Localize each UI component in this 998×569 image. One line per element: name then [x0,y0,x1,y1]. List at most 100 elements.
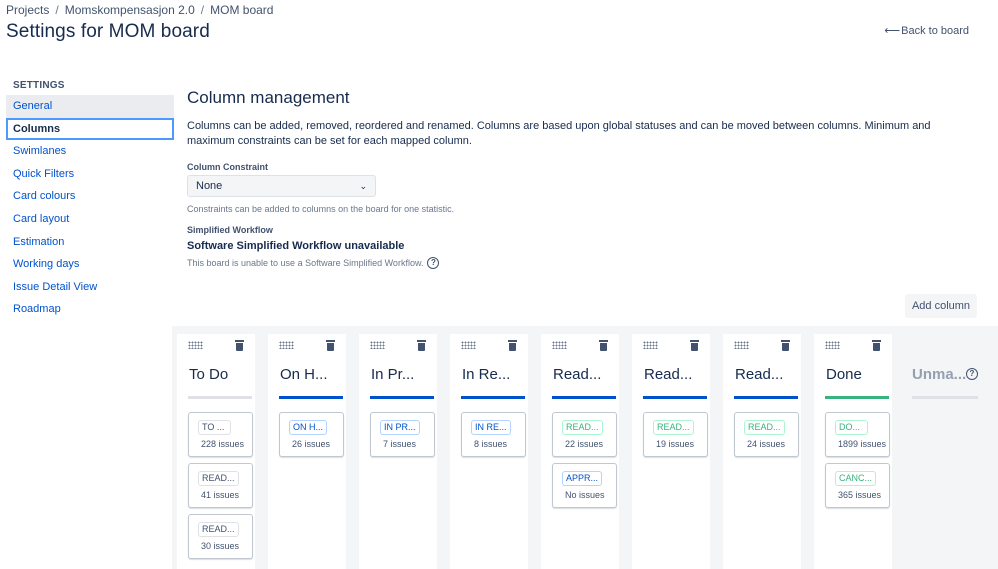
drag-handle-icon[interactable] [279,341,294,349]
breadcrumb-separator: / [200,3,205,17]
column-name[interactable]: In Re... [462,366,526,383]
status-card[interactable]: IN PR... 7 issues [370,412,435,457]
status-issue-count: 41 issues [201,490,240,500]
section-description: Columns can be added, removed, reordered… [187,120,931,147]
status-lozenge: DO... [835,420,868,435]
breadcrumb-board[interactable]: MOM board [210,3,273,17]
status-issue-count: 19 issues [656,439,695,449]
sidebar-item-card-colours[interactable]: Card colours [6,185,174,208]
status-card[interactable]: IN RE... 8 issues [461,412,526,457]
drag-handle-icon[interactable] [825,341,840,349]
sidebar-item-quick-filters[interactable]: Quick Filters [6,163,174,186]
status-card[interactable]: READ... 41 issues [188,463,253,508]
column-constraint-select[interactable]: None ⌄ [187,175,376,197]
sidebar-item-general[interactable]: General [6,95,174,118]
drag-handle-icon[interactable] [552,341,567,349]
workflow-note: This board is unable to use a Software S… [187,257,977,269]
column-constraint-label: Column Constraint [187,162,268,172]
drag-handle-icon[interactable] [188,341,203,349]
section-title: Column management [187,88,350,107]
status-issue-count: 22 issues [565,439,604,449]
status-card[interactable]: READ... 24 issues [734,412,799,457]
sidebar-item-roadmap[interactable]: Roadmap [6,298,174,321]
trash-icon[interactable] [599,340,608,351]
column-name[interactable]: To Do [189,366,253,383]
column-name[interactable]: In Pr... [371,366,435,383]
status-issue-count: 30 issues [201,541,240,551]
unmapped-column: Unma... ? [904,334,986,569]
sidebar-item-swimlanes[interactable]: Swimlanes [6,140,174,163]
back-arrow-icon: ⟵ [884,25,901,37]
sidebar-item-columns[interactable]: Columns [6,117,174,141]
column-category-bar [643,396,707,399]
status-issue-count: 365 issues [838,490,882,500]
status-lozenge: READ... [744,420,785,435]
board-column[interactable]: To Do TO ... 228 issues READ... 41 issues REA… [177,334,255,569]
column-name[interactable]: On H... [280,366,344,383]
board-column[interactable]: Read... READ... 24 issues [723,334,801,569]
board-column[interactable]: On H... ON H... 26 issues [268,334,346,569]
drag-handle-icon[interactable] [734,341,749,349]
drag-handle-icon[interactable] [461,341,476,349]
add-column-button[interactable]: Add column [905,294,977,318]
trash-icon[interactable] [508,340,517,351]
drag-handle-icon[interactable] [370,341,385,349]
board-column[interactable]: In Re... IN RE... 8 issues [450,334,528,569]
status-lozenge: READ... [562,420,603,435]
sidebar-item-working-days[interactable]: Working days [6,253,174,276]
column-name[interactable]: Done [826,366,890,383]
status-card[interactable]: DO... 1899 issues [825,412,890,457]
board-column[interactable]: Done DO... 1899 issues CANC... 365 issues [814,334,892,569]
sidebar-item-estimation[interactable]: Estimation [6,231,174,254]
status-card[interactable]: READ... 30 issues [188,514,253,559]
status-lozenge: APPR... [562,471,603,486]
breadcrumb-project[interactable]: Momskompensasjon 2.0 [65,3,195,17]
back-link-label: Back to board [901,25,969,37]
trash-icon[interactable] [326,340,335,351]
breadcrumb-separator: / [55,3,59,17]
status-card[interactable]: TO ... 228 issues [188,412,253,457]
workflow-note-text: This board is unable to use a Software S… [187,258,424,268]
board-column[interactable]: Read... READ... 19 issues [632,334,710,569]
status-lozenge: TO ... [198,420,231,435]
column-category-bar [188,396,252,399]
trash-icon[interactable] [235,340,244,351]
status-issue-count: 26 issues [292,439,331,449]
status-card[interactable]: READ... 19 issues [643,412,708,457]
status-lozenge: IN PR... [380,420,420,435]
status-issue-count: 228 issues [201,439,245,449]
status-card[interactable]: CANC... 365 issues [825,463,890,508]
sidebar-item-issue-detail-view[interactable]: Issue Detail View [6,276,174,299]
status-issue-count: 8 issues [474,439,508,449]
workflow-title: Software Simplified Workflow unavailable [187,240,405,252]
status-card[interactable]: READ... 22 issues [552,412,617,457]
question-icon[interactable]: ? [966,368,978,380]
column-name[interactable]: Read... [735,366,799,383]
sidebar-item-card-layout[interactable]: Card layout [6,208,174,231]
board-column[interactable]: In Pr... IN PR... 7 issues [359,334,437,569]
trash-icon[interactable] [417,340,426,351]
trash-icon[interactable] [781,340,790,351]
back-to-board-link[interactable]: ⟵Back to board [884,24,969,37]
help-icon[interactable]: ? [427,257,440,269]
breadcrumb-projects[interactable]: Projects [6,3,49,17]
status-card[interactable]: ON H... 26 issues [279,412,344,457]
column-name[interactable]: Read... [553,366,617,383]
column-name[interactable]: Read... [644,366,708,383]
board-column[interactable]: Read... READ... 22 issues APPR... No issues [541,334,619,569]
chevron-down-icon: ⌄ [359,180,367,191]
trash-icon[interactable] [690,340,699,351]
sidebar-items: General Columns Swimlanes Quick Filters Card… [6,95,174,321]
status-card[interactable]: APPR... No issues [552,463,617,508]
status-lozenge: READ... [198,471,239,486]
unmapped-column-bar [912,396,978,399]
settings-sidebar: SETTINGS General Columns Swimlanes Quick Fi… [6,80,174,321]
status-issue-count: 24 issues [747,439,786,449]
sidebar-heading: SETTINGS [13,80,65,91]
status-issue-count: No issues [565,490,605,500]
column-category-bar [734,396,798,399]
drag-handle-icon[interactable] [643,341,658,349]
column-category-bar [370,396,434,399]
trash-icon[interactable] [872,340,881,351]
breadcrumb: Projects / Momskompensasjon 2.0 / MOM board [6,3,273,17]
